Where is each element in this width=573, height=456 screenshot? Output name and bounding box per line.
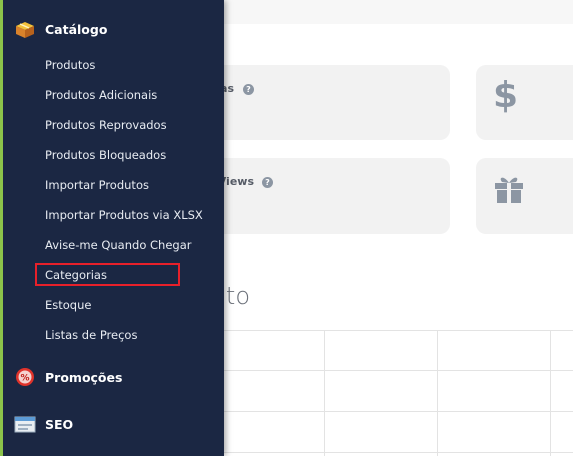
stat-card: as ?	[190, 65, 450, 140]
table-column-divider	[550, 330, 551, 456]
sidebar-item-listas-de-precos[interactable]: Listas de Preços	[45, 325, 137, 345]
table-divider	[190, 370, 573, 371]
stat-card	[476, 158, 573, 234]
stat-card: Views ?	[190, 158, 450, 234]
sidebar-item-produtos-bloqueados[interactable]: Produtos Bloqueados	[45, 145, 166, 165]
sidebar: Catálogo Produtos Produtos Adicionais Pr…	[0, 0, 224, 456]
data-table	[190, 330, 573, 456]
table-divider	[190, 411, 573, 412]
sidebar-item-importar-produtos[interactable]: Importar Produtos	[45, 175, 149, 195]
stat-card: $	[476, 65, 573, 140]
sidebar-section-catalog[interactable]: Catálogo	[14, 14, 214, 44]
table-column-divider	[324, 330, 325, 456]
sidebar-item-estoque[interactable]: Estoque	[45, 295, 91, 315]
highlight-box	[35, 263, 180, 286]
sidebar-section-promocoes[interactable]: % Promoções	[14, 362, 214, 392]
dollar-icon: $	[493, 75, 519, 116]
sidebar-item-importar-produtos-xlsx[interactable]: Importar Produtos via XLSX	[45, 205, 203, 225]
svg-text:%: %	[20, 374, 29, 384]
table-divider	[190, 330, 573, 331]
table-column-divider	[437, 330, 438, 456]
sidebar-section-label: SEO	[45, 416, 74, 432]
sidebar-item-avise-me[interactable]: Avise-me Quando Chegar	[45, 235, 191, 255]
sidebar-section-label: Promoções	[45, 369, 123, 385]
sidebar-item-produtos-adicionais[interactable]: Produtos Adicionais	[45, 85, 157, 105]
sidebar-item-produtos[interactable]: Produtos	[45, 55, 95, 75]
percent-badge-icon: %	[16, 368, 34, 386]
browser-window-icon	[14, 416, 36, 433]
help-icon[interactable]: ?	[243, 84, 254, 95]
sidebar-section-seo[interactable]: SEO	[14, 409, 214, 439]
sidebar-item-produtos-reprovados[interactable]: Produtos Reprovados	[45, 115, 167, 135]
help-icon[interactable]: ?	[262, 177, 273, 188]
gift-icon	[495, 177, 523, 203]
table-divider	[190, 452, 573, 453]
package-box-icon	[16, 22, 34, 38]
sidebar-section-label: Catálogo	[45, 21, 108, 37]
